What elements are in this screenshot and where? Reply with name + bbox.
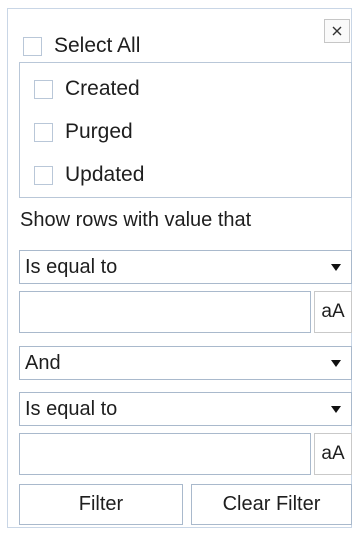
value-checkbox[interactable] <box>34 122 53 142</box>
dropdown-arrow-icon <box>331 263 341 271</box>
value-label: Purged <box>65 120 133 143</box>
condition1-operator-select[interactable]: Is equal to <box>19 250 352 284</box>
value-checkbox[interactable] <box>34 79 53 99</box>
select-all-checkbox[interactable] <box>23 36 42 56</box>
value-label: Created <box>65 77 140 100</box>
close-button[interactable] <box>324 19 350 43</box>
list-item[interactable]: Created <box>34 77 140 101</box>
list-item[interactable]: Purged <box>34 120 133 144</box>
list-item[interactable]: Updated <box>34 163 144 187</box>
filter-button[interactable]: Filter <box>19 484 183 525</box>
condition2-operator-select[interactable]: Is equal to <box>19 392 352 426</box>
dropdown-arrow-icon <box>331 405 341 413</box>
condition1-operator-value: Is equal to <box>25 255 118 278</box>
close-icon <box>332 26 342 36</box>
condition2-operator-value: Is equal to <box>25 397 118 420</box>
condition1-case-sensitive-button[interactable]: aA <box>314 291 352 333</box>
dropdown-arrow-icon <box>331 359 341 367</box>
logic-operator-value: And <box>25 351 61 374</box>
select-all-row[interactable]: Select All <box>23 34 140 58</box>
select-all-label: Select All <box>54 34 141 57</box>
clear-filter-button[interactable]: Clear Filter <box>191 484 352 525</box>
condition1-value-input[interactable] <box>19 291 311 333</box>
condition2-case-sensitive-button[interactable]: aA <box>314 433 352 475</box>
value-label: Updated <box>65 163 145 186</box>
condition2-value-input[interactable] <box>19 433 311 475</box>
condition-caption: Show rows with value that <box>20 209 252 231</box>
logic-operator-select[interactable]: And <box>19 346 352 380</box>
value-checkbox[interactable] <box>34 165 53 185</box>
